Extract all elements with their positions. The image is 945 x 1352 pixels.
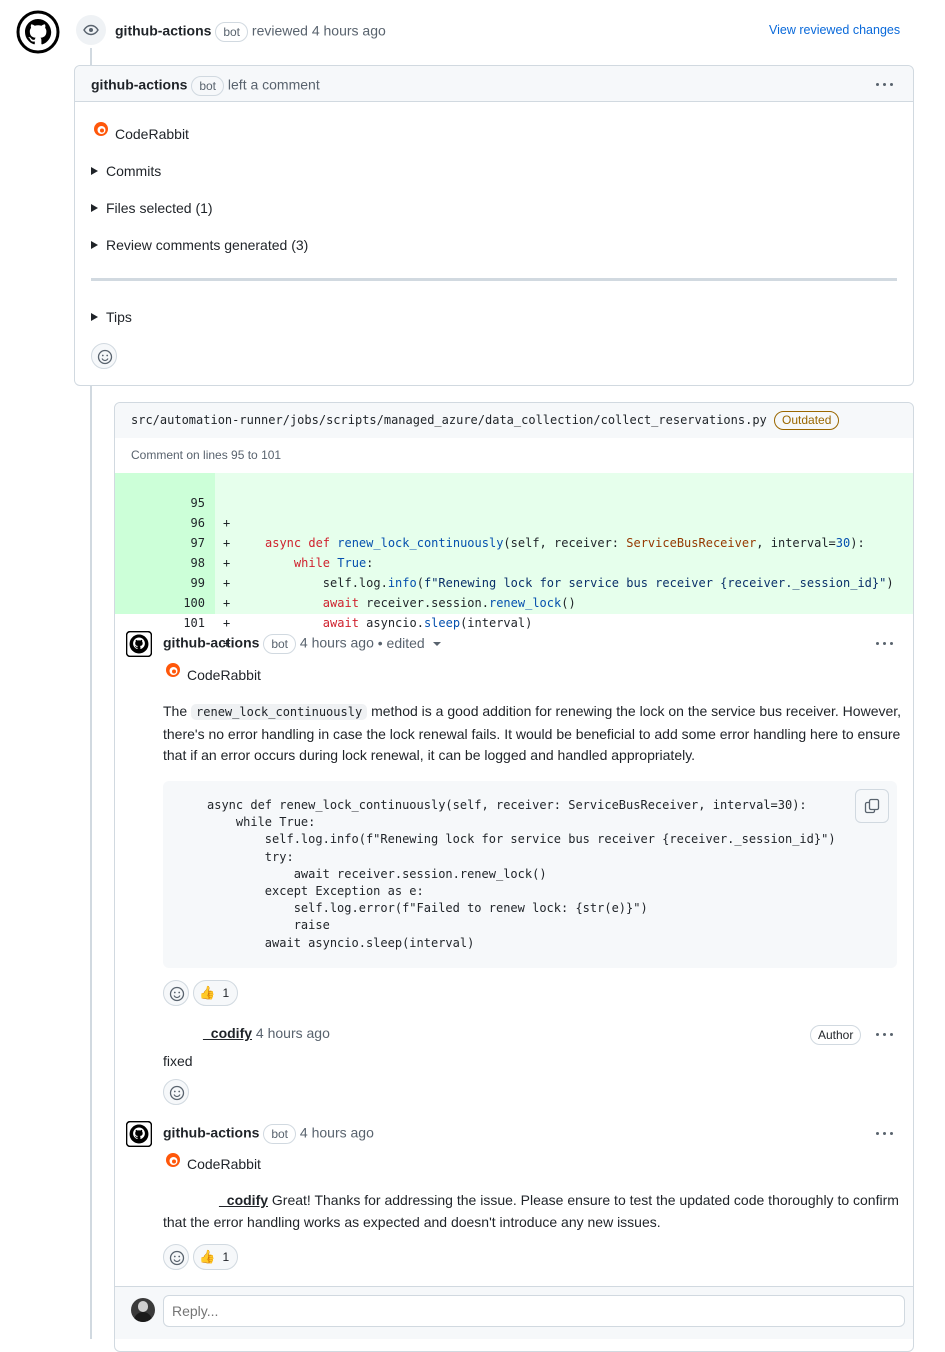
bot-badge: bot bbox=[263, 1124, 297, 1144]
diff-line: 95 + async def renew_lock_continuously(s… bbox=[190, 496, 865, 550]
diff-line: 96 + while True: bbox=[190, 516, 374, 570]
thumbs-up-reaction[interactable]: 👍 1 bbox=[193, 980, 239, 1006]
comment-body: The renew_lock_continuously method is a … bbox=[163, 703, 902, 763]
comment-action: left a comment bbox=[227, 76, 320, 93]
expand-triangle-icon bbox=[91, 313, 98, 322]
comment-options-icon[interactable] bbox=[874, 638, 895, 648]
caret-down-icon bbox=[432, 642, 441, 646]
details-commits[interactable]: Commits bbox=[91, 163, 161, 179]
inline-code: renew_lock_continuously bbox=[191, 704, 368, 720]
github-logo-avatar[interactable] bbox=[125, 1120, 153, 1150]
timeline-line bbox=[90, 48, 92, 66]
add-reaction-button[interactable] bbox=[91, 343, 117, 369]
details-files-selected[interactable]: Files selected (1) bbox=[91, 200, 213, 216]
review-action: reviewed 4 hours ago bbox=[251, 22, 386, 39]
github-logo-avatar[interactable] bbox=[16, 10, 60, 57]
avatar[interactable] bbox=[131, 1298, 155, 1322]
coderabbit-icon bbox=[166, 663, 180, 677]
divider bbox=[91, 278, 897, 281]
details-tips[interactable]: Tips bbox=[91, 309, 132, 325]
comment-options-icon[interactable] bbox=[874, 1029, 895, 1039]
author-badge: Author bbox=[810, 1025, 862, 1045]
coderabbit-title: CodeRabbit bbox=[187, 1156, 261, 1172]
expand-triangle-icon bbox=[91, 167, 98, 176]
comment-body: _codify Great! Thanks for addressing the… bbox=[163, 1192, 899, 1230]
coderabbit-icon bbox=[166, 1153, 180, 1167]
smiley-icon bbox=[169, 1250, 185, 1266]
comment-body: fixed bbox=[163, 1053, 193, 1069]
smiley-icon bbox=[169, 986, 185, 1002]
add-reaction-button[interactable] bbox=[163, 980, 189, 1006]
thread-comment-author[interactable]: github-actions bbox=[163, 1125, 259, 1141]
bot-badge: bot bbox=[191, 76, 225, 96]
diff-line: 97 + self.log.info(f"Renewing lock for s… bbox=[190, 536, 894, 590]
bot-badge: bot bbox=[215, 22, 249, 42]
bot-badge: bot bbox=[263, 634, 297, 654]
reply-input[interactable] bbox=[163, 1295, 905, 1327]
details-review-comments[interactable]: Review comments generated (3) bbox=[91, 237, 308, 253]
thumbs-up-reaction[interactable]: 👍 1 bbox=[193, 1244, 239, 1270]
timeline-line bbox=[90, 384, 92, 1339]
coderabbit-title: CodeRabbit bbox=[187, 667, 261, 683]
edited-dropdown[interactable]: • edited bbox=[378, 635, 441, 651]
review-author[interactable]: github-actions bbox=[115, 23, 211, 39]
review-comment-box bbox=[74, 65, 914, 386]
smiley-icon bbox=[169, 1085, 185, 1101]
comment-timestamp[interactable]: 4 hours ago bbox=[256, 1025, 330, 1041]
github-logo-avatar[interactable] bbox=[125, 630, 153, 660]
thumbs-up-icon: 👍 bbox=[199, 1249, 216, 1264]
coderabbit-icon bbox=[94, 122, 108, 136]
coderabbit-title: CodeRabbit bbox=[115, 126, 189, 142]
diff-line: 100 + bbox=[183, 596, 231, 630]
comment-author[interactable]: github-actions bbox=[91, 77, 187, 93]
user-mention[interactable]: _codify bbox=[219, 1192, 268, 1208]
outdated-badge: Outdated bbox=[774, 411, 840, 430]
diff-line: 98 + await receiver.session.renew_lock() bbox=[190, 556, 576, 610]
smiley-icon bbox=[97, 349, 113, 365]
copy-icon bbox=[864, 798, 880, 814]
thread-comment-author[interactable]: _codify bbox=[203, 1025, 252, 1041]
comment-options-icon[interactable] bbox=[874, 1128, 895, 1138]
comment-timestamp[interactable]: 4 hours ago bbox=[300, 635, 374, 651]
diff-line: 99 + await asyncio.sleep(interval) bbox=[190, 576, 533, 630]
view-reviewed-changes-link[interactable]: View reviewed changes bbox=[769, 23, 900, 37]
thread-comment-author[interactable]: github-actions bbox=[163, 635, 259, 651]
copy-button[interactable] bbox=[855, 789, 889, 823]
thumbs-up-icon: 👍 bbox=[199, 985, 216, 1000]
add-reaction-button[interactable] bbox=[163, 1079, 189, 1105]
add-reaction-button[interactable] bbox=[163, 1244, 189, 1270]
eye-icon bbox=[76, 15, 106, 45]
comment-options-icon[interactable] bbox=[874, 79, 895, 89]
expand-triangle-icon bbox=[91, 241, 98, 250]
comment-timestamp[interactable]: 4 hours ago bbox=[300, 1125, 374, 1141]
diff-line: 101 + bbox=[183, 616, 231, 650]
diff-hunk: 95 + async def renew_lock_continuously(s… bbox=[115, 473, 913, 650]
expand-triangle-icon bbox=[91, 204, 98, 213]
comment-lines-label: Comment on lines 95 to 101 bbox=[131, 448, 282, 462]
suggested-code-block: async def renew_lock_continuously(self, … bbox=[163, 781, 897, 968]
file-path[interactable]: src/automation-runner/jobs/scripts/manag… bbox=[131, 413, 767, 427]
